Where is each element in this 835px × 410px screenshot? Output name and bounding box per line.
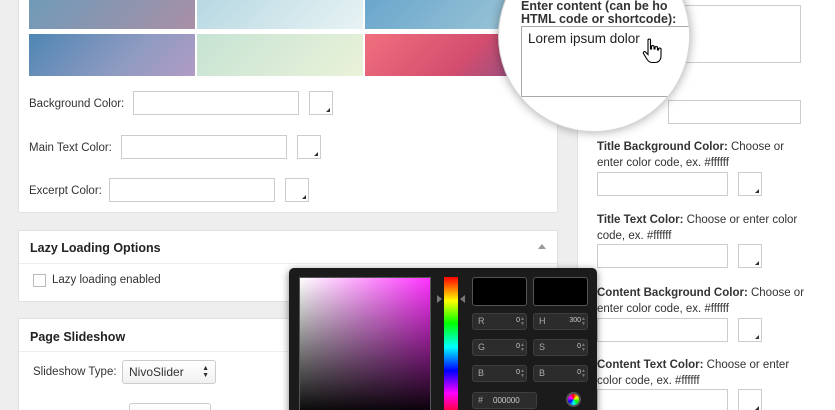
green-field[interactable]: G 0 ▲ ▼ [472, 339, 527, 356]
main-text-color-input[interactable] [121, 135, 287, 159]
green-spinner-icon[interactable]: ▲ ▼ [520, 343, 525, 353]
color-wheel-icon[interactable] [566, 392, 581, 407]
hue-field[interactable]: H 300 ▲ ▼ [533, 313, 588, 330]
brightness-key: B [539, 368, 546, 378]
hue-slider-right-arrow[interactable] [460, 295, 465, 303]
content-text-color-swatch[interactable] [738, 389, 762, 410]
title-background-color-input[interactable] [597, 172, 728, 196]
new-color-preview [472, 277, 527, 306]
blue-spinner-icon[interactable]: ▲ ▼ [520, 369, 525, 379]
background-settings-panel: Background Color: Main Text Color: Excer… [18, 0, 558, 213]
excerpt-color-swatch[interactable] [285, 178, 309, 202]
content-background-color-swatch[interactable] [738, 318, 762, 342]
title-background-color-swatch[interactable] [738, 172, 762, 196]
content-background-color-label: Content Background Color: Choose or ente… [597, 285, 807, 317]
blue-field[interactable]: B 0 ▲ ▼ [472, 365, 527, 382]
magnifier-html-label: HTML code or shortcode): [521, 12, 677, 26]
collapse-toggle-icon[interactable] [538, 244, 546, 249]
brightness-spinner-icon[interactable]: ▲ ▼ [581, 369, 586, 379]
hand-cursor-icon [642, 38, 662, 64]
background-color-swatch[interactable] [309, 91, 333, 115]
hue-spinner-icon[interactable]: ▲ ▼ [581, 317, 586, 327]
background-color-input[interactable] [133, 91, 299, 115]
saturation-key: S [539, 342, 546, 352]
excerpt-color-label: Excerpt Color: [29, 185, 102, 197]
lazy-loading-title: Lazy Loading Options [30, 241, 161, 255]
content-background-color-input[interactable] [597, 318, 728, 342]
slideshow-type-label: Slideshow Type: [33, 366, 117, 378]
hex-symbol: # [478, 395, 484, 405]
lazy-loading-checkbox[interactable] [33, 274, 46, 287]
red-field[interactable]: R 0 ▲ ▼ [472, 313, 527, 330]
hue-key: H [539, 316, 546, 326]
title-text-color-input[interactable] [597, 244, 728, 268]
content-text-color-input[interactable] [597, 389, 728, 410]
panel-divider [19, 263, 557, 264]
content-background-color-label-bold: Content Background Color: [597, 287, 748, 299]
gradient-tile-2[interactable] [197, 0, 363, 29]
hue-slider-left-arrow[interactable] [437, 295, 442, 303]
lazy-loading-label: Lazy loading enabled [52, 274, 161, 286]
select-arrows-icon: ▲ ▼ [202, 365, 209, 379]
gradient-tile-1[interactable] [29, 0, 195, 29]
hex-field[interactable]: # 000000 [472, 392, 537, 409]
gradient-tile-5[interactable] [197, 34, 363, 76]
secondary-select[interactable] [129, 403, 211, 410]
color-picker-popup: R 0 ▲ ▼ H 300 ▲ ▼ G 0 ▲ ▼ S 0 ▲ ▼ B 0 ▲ ▼ B 0… [289, 268, 597, 410]
red-key: R [478, 316, 485, 326]
link-input-right[interactable] [668, 100, 801, 124]
red-spinner-icon[interactable]: ▲ ▼ [520, 317, 525, 327]
background-color-label: Background Color: [29, 98, 125, 110]
title-text-color-label: Title Text Color: Choose or enter color … [597, 212, 807, 244]
blue-key: B [478, 368, 485, 378]
hex-value: 000000 [493, 396, 520, 405]
gradient-tile-4[interactable] [29, 34, 195, 76]
content-text-color-label-bold: Content Text Color: [597, 359, 704, 371]
excerpt-color-input[interactable] [109, 178, 275, 202]
content-text-color-label: Content Text Color: Choose or enter colo… [597, 357, 807, 389]
saturation-brightness-area[interactable] [299, 277, 431, 410]
main-text-color-label: Main Text Color: [29, 142, 112, 154]
slideshow-type-select[interactable]: NivoSlider ▲ ▼ [122, 360, 216, 384]
hue-slider[interactable] [444, 277, 458, 410]
slideshow-type-value: NivoSlider [129, 365, 184, 379]
brightness-field[interactable]: B 0 ▲ ▼ [533, 365, 588, 382]
magnifier-textarea-value: Lorem ipsum dolor [528, 31, 640, 46]
saturation-spinner-icon[interactable]: ▲ ▼ [581, 343, 586, 353]
title-background-color-label: Title Background Color: Choose or enter … [597, 139, 807, 171]
magnifier-textarea[interactable]: Lorem ipsum dolor [521, 26, 689, 97]
title-background-color-label-bold: Title Background Color: [597, 141, 728, 153]
title-text-color-label-bold: Title Text Color: [597, 214, 684, 226]
green-key: G [478, 342, 486, 352]
current-color-preview[interactable] [533, 277, 588, 306]
saturation-field[interactable]: S 0 ▲ ▼ [533, 339, 588, 356]
title-text-color-swatch[interactable] [738, 244, 762, 268]
hue-value: 300 [569, 317, 581, 324]
main-text-color-swatch[interactable] [297, 135, 321, 159]
page-slideshow-title: Page Slideshow [30, 330, 126, 344]
